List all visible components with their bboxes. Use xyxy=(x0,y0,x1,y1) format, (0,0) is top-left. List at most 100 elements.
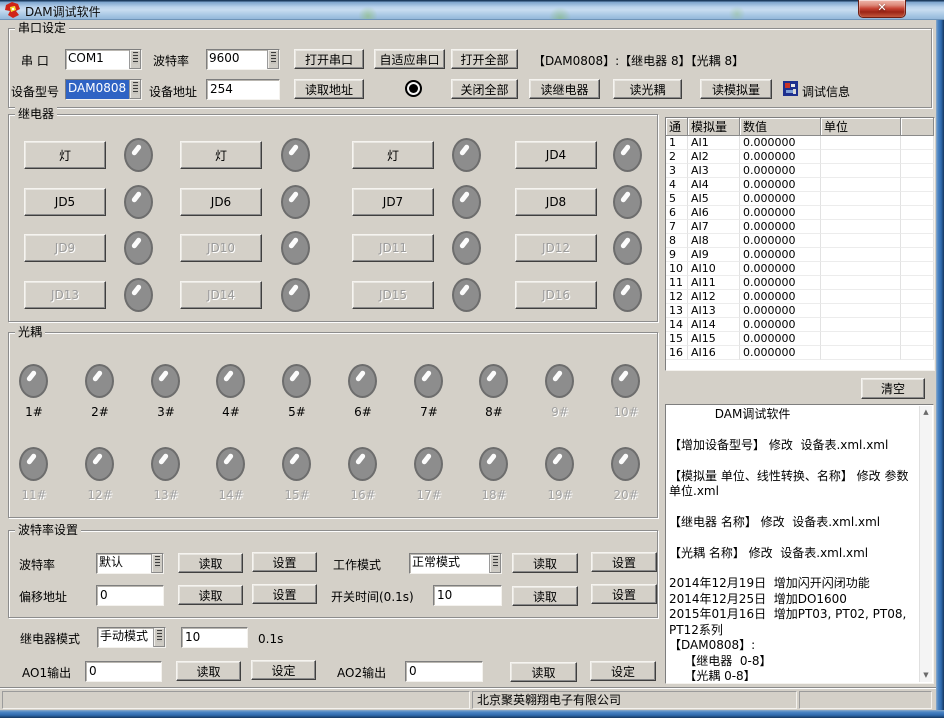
work-mode-combobox[interactable]: 正常模式 xyxy=(409,553,502,574)
relay-group-title: 继电器 xyxy=(15,107,57,122)
open-port-button[interactable]: 打开串口 xyxy=(294,49,364,69)
read-opto-button[interactable]: 读光耦 xyxy=(613,79,682,99)
switch-time-input[interactable]: 10 xyxy=(433,585,502,606)
table-row[interactable]: 13AI130.000000 xyxy=(666,304,934,318)
relay-button-14: JD14 xyxy=(180,281,262,309)
read-address-button[interactable]: 读取地址 xyxy=(294,79,364,99)
relay-button-8[interactable]: JD8 xyxy=(515,188,597,216)
baudrate-read-button[interactable]: 读取 xyxy=(178,553,243,573)
table-cell: 12 xyxy=(666,290,688,304)
opto-led-icon-8 xyxy=(479,364,508,398)
table-cell: 13 xyxy=(666,304,688,318)
info-panel[interactable]: DAM调试软件 【增加设备型号】 修改 设备表.xml.xml 【模拟量 单位、… xyxy=(665,404,934,684)
table-row[interactable]: 15AI150.000000 xyxy=(666,332,934,346)
close-all-button[interactable]: 关闭全部 xyxy=(451,79,518,99)
offset-set-button[interactable]: 设置 xyxy=(252,584,317,604)
relay-button-4[interactable]: JD4 xyxy=(515,141,597,169)
table-cell: AI9 xyxy=(688,248,740,262)
read-analog-button[interactable]: 读模拟量 xyxy=(700,79,772,99)
table-header-cell[interactable]: 模拟量 xyxy=(688,118,740,136)
scroll-up-icon[interactable]: ▲ xyxy=(920,406,932,419)
table-cell xyxy=(901,332,934,346)
switch-time-read-button[interactable]: 读取 xyxy=(512,586,578,606)
table-header-cell[interactable]: 通 xyxy=(666,118,688,136)
relay-mode-spinner-icon[interactable] xyxy=(153,628,165,647)
scroll-down-icon[interactable]: ▼ xyxy=(920,669,932,682)
clear-button[interactable]: 清空 xyxy=(861,378,925,399)
device-model-spinner-icon[interactable] xyxy=(129,80,141,99)
relay-button-5[interactable]: JD5 xyxy=(24,188,106,216)
table-cell xyxy=(821,276,901,290)
info-scrollbar[interactable]: ▲ ▼ xyxy=(919,406,932,682)
offset-address-input[interactable]: 0 xyxy=(96,585,164,606)
com-port-spinner-icon[interactable] xyxy=(129,50,141,69)
model-label: 设备型号 xyxy=(11,85,59,99)
relay-mode-time-input[interactable]: 10 xyxy=(181,627,248,648)
table-row[interactable]: 16AI160.000000 xyxy=(666,346,934,360)
table-header-cell[interactable] xyxy=(901,118,934,136)
opto-label-15: 15# xyxy=(282,488,312,502)
relay-button-7[interactable]: JD7 xyxy=(352,188,434,216)
ao2-read-button[interactable]: 读取 xyxy=(510,662,577,682)
baudrate-combobox[interactable]: 默认 xyxy=(96,553,164,574)
opto-label-9: 9# xyxy=(545,405,575,419)
relay-button-3[interactable]: 灯 xyxy=(352,141,434,169)
device-address-input[interactable]: 254 xyxy=(206,79,280,100)
table-header-cell[interactable]: 单位 xyxy=(821,118,901,136)
device-model-value: DAM0808 xyxy=(66,80,129,99)
baud-rate-spinner-icon[interactable] xyxy=(267,50,279,69)
table-row[interactable]: 4AI40.000000 xyxy=(666,178,934,192)
table-cell xyxy=(901,164,934,178)
table-row[interactable]: 8AI80.000000 xyxy=(666,234,934,248)
debug-info-icon[interactable] xyxy=(783,81,798,96)
analog-values-table[interactable]: 通模拟量数值单位 1AI10.0000002AI20.0000003AI30.0… xyxy=(665,117,935,371)
table-row[interactable]: 9AI90.000000 xyxy=(666,248,934,262)
opto-led-icon-2 xyxy=(85,364,114,398)
table-row[interactable]: 14AI140.000000 xyxy=(666,318,934,332)
read-relay-button[interactable]: 读继电器 xyxy=(529,79,600,99)
work-mode-set-button[interactable]: 设置 xyxy=(591,552,657,572)
close-button[interactable]: ✕ xyxy=(858,0,906,18)
baud-rate-combobox[interactable]: 9600 xyxy=(206,49,280,70)
table-row[interactable]: 1AI10.000000 xyxy=(666,136,934,150)
opto-led-icon-1 xyxy=(19,364,48,398)
table-row[interactable]: 12AI120.000000 xyxy=(666,290,934,304)
table-row[interactable]: 2AI20.000000 xyxy=(666,150,934,164)
baudrate-set-button[interactable]: 设置 xyxy=(252,552,317,572)
work-mode-spinner-icon[interactable] xyxy=(489,554,501,573)
auto-adapt-port-button[interactable]: 自适应串口 xyxy=(374,49,445,69)
open-all-button[interactable]: 打开全部 xyxy=(451,49,518,69)
table-row[interactable]: 7AI70.000000 xyxy=(666,220,934,234)
ao2-set-button[interactable]: 设定 xyxy=(590,661,656,681)
com-port-combobox[interactable]: COM1 xyxy=(65,49,142,70)
device-model-combobox[interactable]: DAM0808 xyxy=(65,79,142,100)
opto-led-icon-7 xyxy=(414,364,443,398)
opto-led-icon-18 xyxy=(479,447,508,481)
table-cell xyxy=(821,262,901,276)
ao2-input[interactable]: 0 xyxy=(405,661,483,682)
relay-button-1[interactable]: 灯 xyxy=(24,141,106,169)
table-row[interactable]: 11AI110.000000 xyxy=(666,276,934,290)
switch-time-set-button[interactable]: 设置 xyxy=(591,584,657,604)
table-row[interactable]: 3AI30.000000 xyxy=(666,164,934,178)
table-row[interactable]: 10AI100.000000 xyxy=(666,262,934,276)
relay-led-icon-2 xyxy=(281,138,310,172)
ao1-set-button[interactable]: 设定 xyxy=(251,660,316,680)
table-row[interactable]: 6AI60.000000 xyxy=(666,206,934,220)
relay-button-15: JD15 xyxy=(352,281,434,309)
baudrate-spinner-icon[interactable] xyxy=(151,554,163,573)
relay-button-6[interactable]: JD6 xyxy=(180,188,262,216)
table-cell: 0.000000 xyxy=(740,262,821,276)
relay-led-icon-1 xyxy=(124,138,153,172)
relay-led-icon-9 xyxy=(124,231,153,265)
work-mode-read-button[interactable]: 读取 xyxy=(512,553,578,573)
offset-read-button[interactable]: 读取 xyxy=(178,585,243,605)
debug-info-label[interactable]: 调试信息 xyxy=(802,85,850,99)
table-cell: AI2 xyxy=(688,150,740,164)
table-row[interactable]: 5AI50.000000 xyxy=(666,192,934,206)
relay-button-2[interactable]: 灯 xyxy=(180,141,262,169)
relay-mode-combobox[interactable]: 手动模式 xyxy=(97,627,166,648)
table-header-cell[interactable]: 数值 xyxy=(740,118,821,136)
ao1-input[interactable]: 0 xyxy=(85,661,162,682)
ao1-read-button[interactable]: 读取 xyxy=(176,661,241,681)
